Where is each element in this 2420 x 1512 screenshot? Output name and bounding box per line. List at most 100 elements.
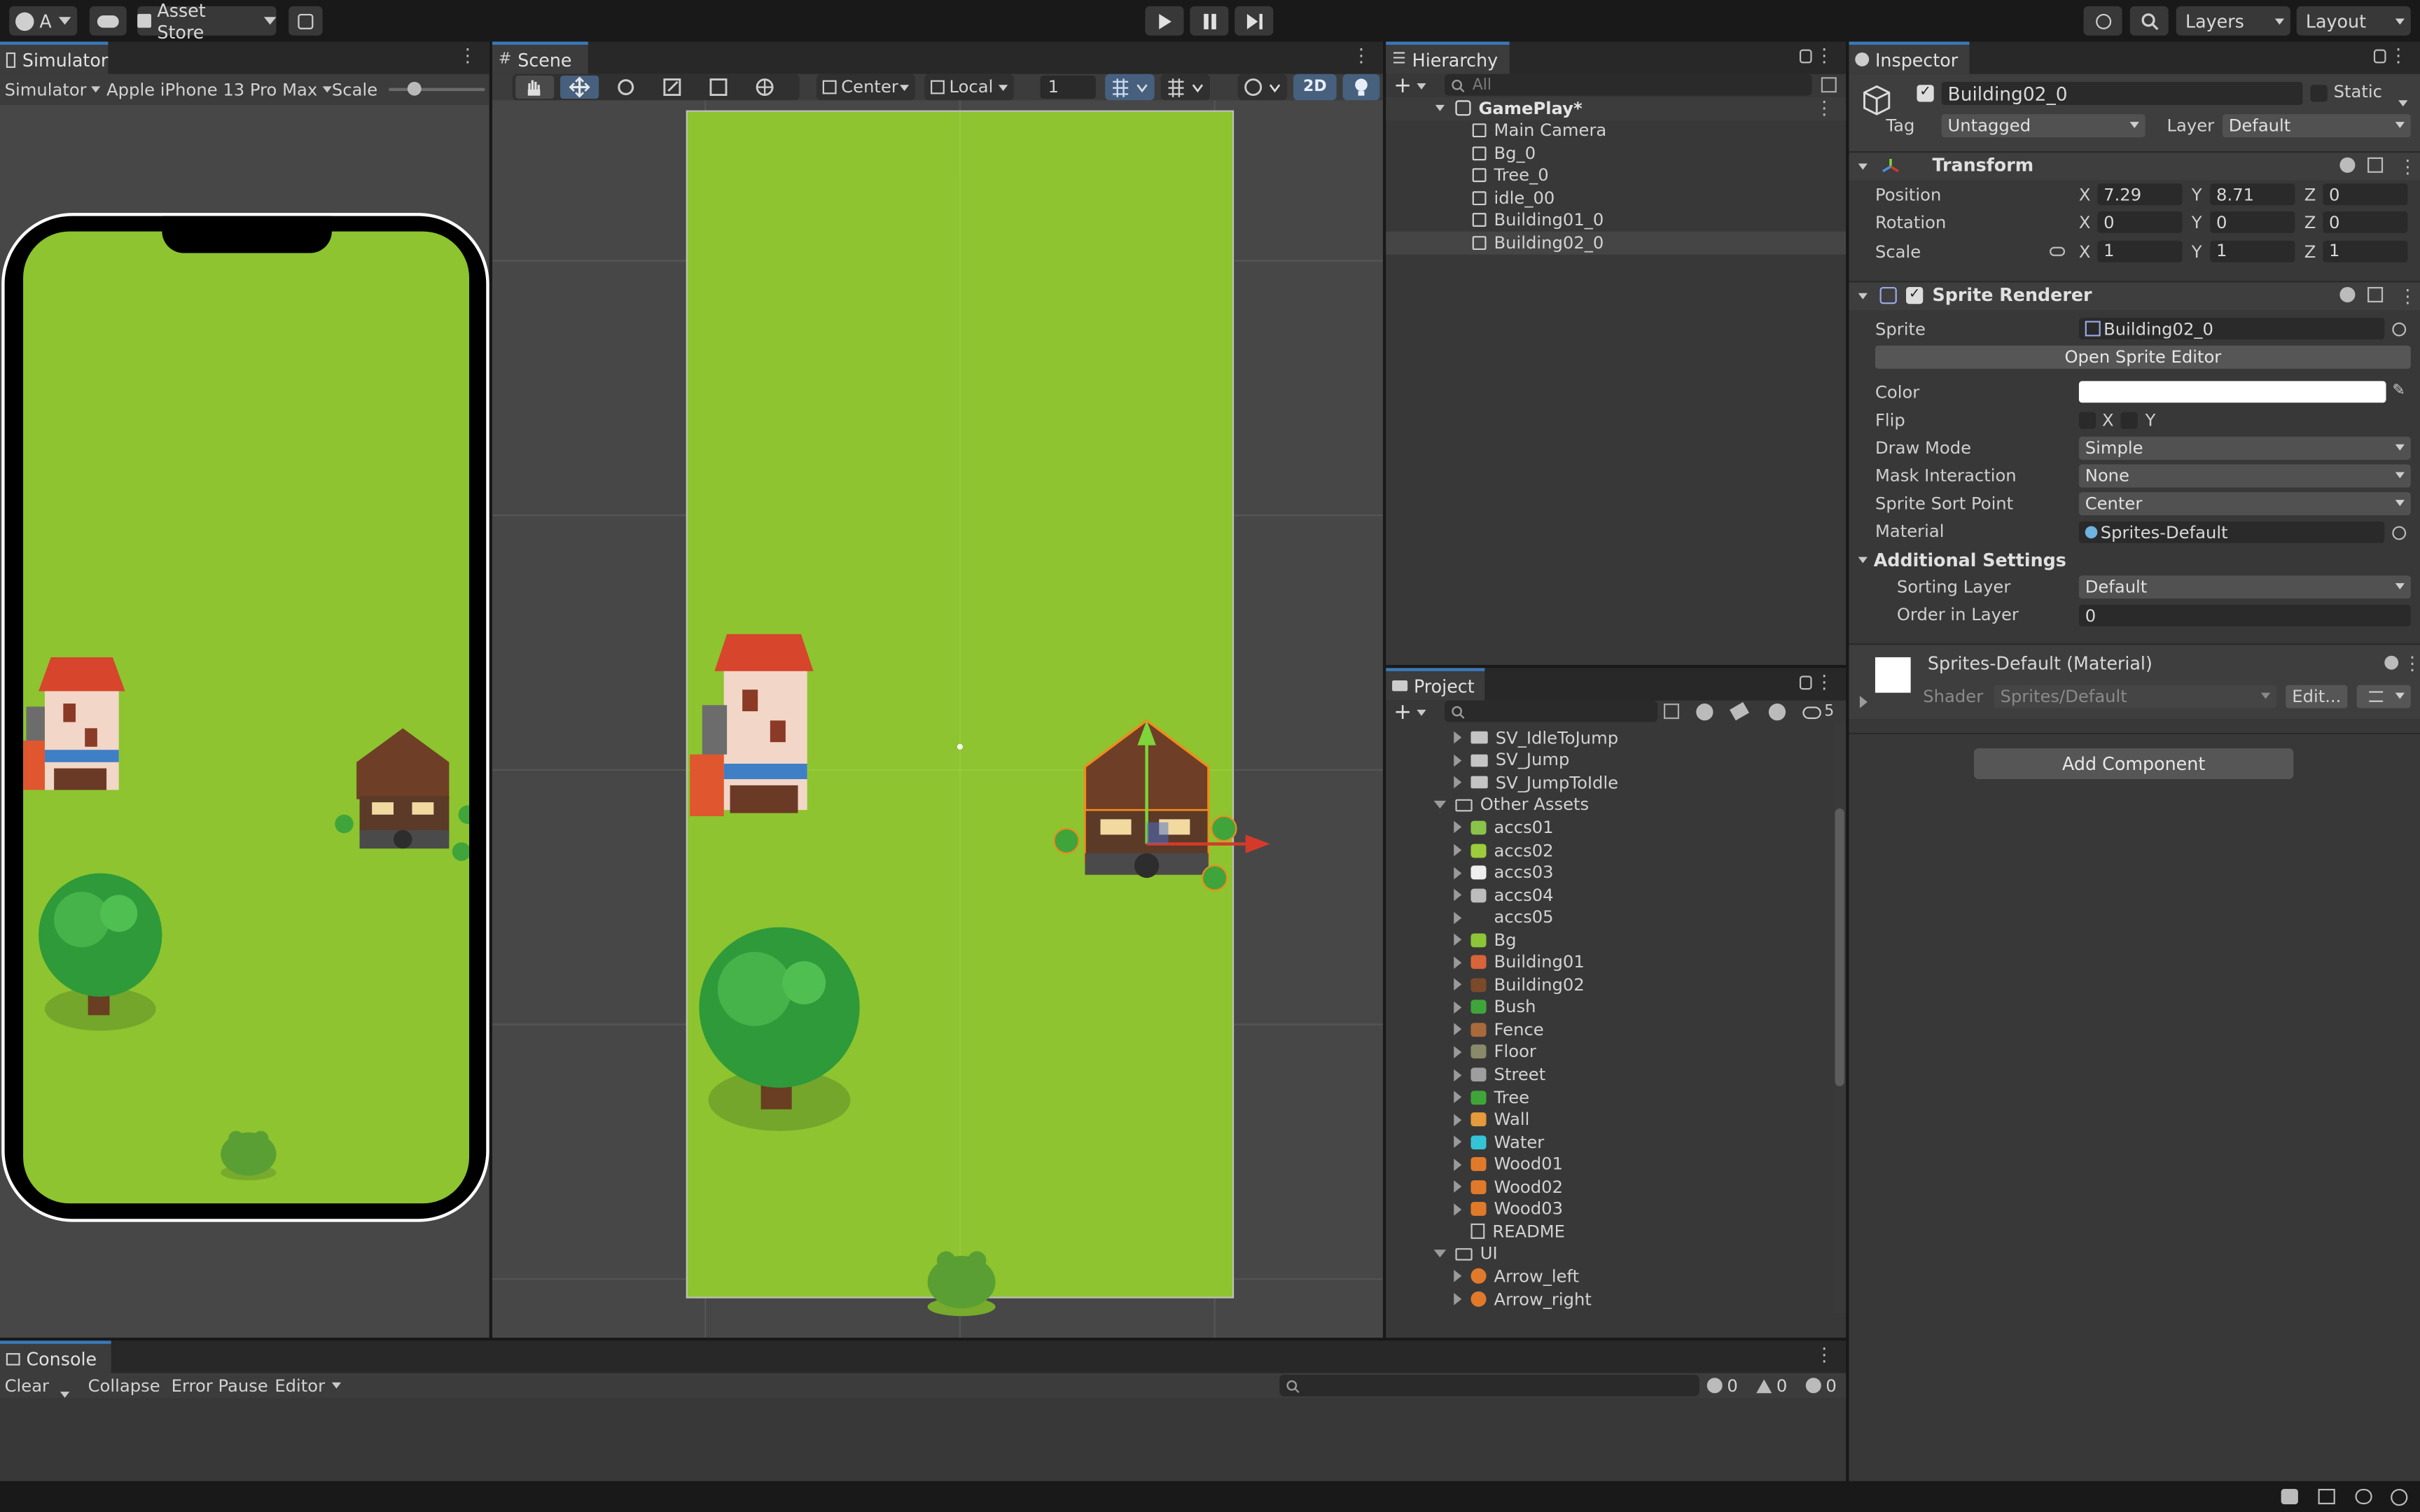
flip-y-checkbox[interactable] xyxy=(2120,412,2138,429)
grid-snap-input[interactable]: 1 xyxy=(1040,75,1096,99)
project-scrollbar[interactable] xyxy=(1833,723,1847,1313)
enabled-checkbox[interactable]: ✓ xyxy=(1906,286,1924,304)
scene-view[interactable] xyxy=(492,100,1383,1338)
project-asset[interactable]: accs05 xyxy=(1386,906,1833,929)
sorting-layer-dropdown[interactable]: Default xyxy=(2078,575,2411,599)
collapse-arrow-icon[interactable] xyxy=(1433,1250,1447,1259)
edit-shader-button[interactable]: Edit... xyxy=(2286,685,2348,708)
warning-filter-icon[interactable] xyxy=(1768,704,1786,721)
position-z-input[interactable]: 0 xyxy=(2323,183,2408,206)
network-icon[interactable] xyxy=(2355,1488,2372,1504)
component-menu-icon[interactable]: ⋮ xyxy=(2398,158,2416,176)
hierarchy-item[interactable]: Tree_0 xyxy=(1386,164,1846,187)
clear-options-dropdown[interactable] xyxy=(60,1382,70,1403)
tab-scene[interactable]: # Scene xyxy=(492,41,588,74)
label-icon[interactable] xyxy=(1730,701,1749,721)
transform-tool-button[interactable] xyxy=(746,76,784,99)
add-component-button[interactable]: Add Component xyxy=(1974,748,2294,780)
warning-filter-toggle[interactable]: 0 xyxy=(1756,1373,1787,1398)
preset-icon[interactable] xyxy=(2367,286,2384,302)
project-asset[interactable]: Wall xyxy=(1386,1108,1833,1130)
project-asset[interactable]: Water xyxy=(1386,1130,1833,1153)
rotation-x-input[interactable]: 0 xyxy=(2097,211,2183,234)
scene-root-row[interactable]: GamePlay* ⋮ xyxy=(1386,97,1847,120)
more-options-icon[interactable]: ⋮ xyxy=(1815,1345,1833,1364)
rotation-y-input[interactable]: 0 xyxy=(2210,211,2295,234)
expand-arrow-icon[interactable] xyxy=(1454,1091,1462,1104)
layer-dropdown[interactable]: Default xyxy=(2222,114,2411,138)
expand-arrow-icon[interactable] xyxy=(1454,866,1462,879)
project-folder[interactable]: UI xyxy=(1386,1243,1833,1266)
clear-button[interactable]: Clear xyxy=(5,1373,49,1398)
hierarchy-item[interactable]: Building02_0 xyxy=(1386,231,1847,254)
expand-arrow-icon[interactable] xyxy=(1454,1001,1462,1014)
log-filter-toggle[interactable]: 0 xyxy=(1706,1373,1738,1398)
material-object-field[interactable]: Sprites-Default xyxy=(2078,521,2385,543)
expand-arrow-icon[interactable] xyxy=(1454,955,1462,969)
project-folder[interactable]: Other Assets xyxy=(1386,794,1833,816)
expand-arrow-icon[interactable] xyxy=(1454,1068,1462,1081)
project-asset[interactable]: Wood01 xyxy=(1386,1153,1833,1175)
more-options-icon[interactable]: ⋮ xyxy=(459,46,477,64)
console-search-input[interactable] xyxy=(1279,1374,1699,1396)
expand-arrow-icon[interactable] xyxy=(1454,933,1462,946)
project-folder[interactable]: SV_Jump xyxy=(1386,749,1833,771)
step-button[interactable] xyxy=(1235,6,1274,36)
scale-tool-button[interactable] xyxy=(653,76,691,99)
draw-mode-toggle[interactable] xyxy=(1237,74,1288,101)
expand-arrow-icon[interactable] xyxy=(1454,732,1462,744)
search-button[interactable] xyxy=(2129,6,2169,36)
expand-arrow-icon[interactable] xyxy=(1454,1113,1462,1126)
project-asset[interactable]: Bg xyxy=(1386,929,1833,951)
lock-icon[interactable] xyxy=(2373,49,2386,64)
scale-slider[interactable] xyxy=(389,88,485,92)
expand-arrow-icon[interactable] xyxy=(1454,1046,1462,1058)
expand-arrow-icon[interactable] xyxy=(1454,1135,1462,1149)
project-asset[interactable]: README xyxy=(1386,1221,1833,1243)
eyedropper-icon[interactable]: ✎ xyxy=(2392,383,2405,400)
check-circle-icon[interactable] xyxy=(2391,1488,2408,1506)
position-y-input[interactable]: 8.71 xyxy=(2210,183,2295,206)
project-asset[interactable]: Arrow_right xyxy=(1386,1288,1833,1310)
project-asset[interactable]: Street xyxy=(1386,1063,1833,1086)
expand-arrow-icon[interactable] xyxy=(1454,888,1462,902)
search-by-type-icon[interactable] xyxy=(1664,704,1680,720)
rotate-tool-button[interactable] xyxy=(606,76,645,99)
account-button[interactable]: A xyxy=(9,6,78,36)
preset-icon[interactable] xyxy=(2367,157,2384,173)
mask-interaction-dropdown[interactable]: None xyxy=(2078,464,2411,488)
collapse-toggle[interactable]: Collapse xyxy=(88,1373,160,1398)
project-asset[interactable]: Floor xyxy=(1386,1041,1833,1063)
project-asset[interactable]: Arrow_left xyxy=(1386,1266,1833,1288)
hierarchy-search-input[interactable]: All xyxy=(1445,74,1812,96)
scale-z-input[interactable]: 1 xyxy=(2323,239,2408,262)
more-options-icon[interactable]: ⋮ xyxy=(1815,99,1833,117)
tab-simulator[interactable]: Simulator xyxy=(0,41,109,74)
play-button[interactable] xyxy=(1145,6,1184,36)
create-button[interactable]: + xyxy=(1393,74,1426,98)
space-dropdown[interactable]: Local xyxy=(924,74,1015,101)
help-icon[interactable] xyxy=(2339,286,2356,302)
phone-screen[interactable] xyxy=(23,231,470,1204)
layout-dropdown[interactable]: Layout xyxy=(2296,6,2411,36)
project-asset[interactable]: Bush xyxy=(1386,996,1833,1018)
create-asset-button[interactable]: + xyxy=(1393,700,1426,724)
tab-project[interactable]: Project xyxy=(1386,668,1485,701)
object-name-input[interactable]: Building02_0 xyxy=(1941,81,2303,105)
collapse-arrow-icon[interactable] xyxy=(1858,163,1868,170)
search-options-icon[interactable] xyxy=(1821,77,1837,93)
more-options-icon[interactable]: ⋮ xyxy=(1815,46,1833,64)
hierarchy-item[interactable]: idle_00 xyxy=(1386,187,1846,209)
grid-visibility-toggle[interactable] xyxy=(1160,74,1210,101)
draw-mode-dropdown[interactable]: Simple xyxy=(2078,436,2411,460)
additional-settings-foldout[interactable]: Additional Settings xyxy=(1858,550,2066,571)
hierarchy-item[interactable]: Building01_0 xyxy=(1386,209,1846,232)
move-tool-button[interactable] xyxy=(560,75,599,99)
static-checkbox[interactable] xyxy=(2310,85,2328,102)
scale-y-input[interactable]: 1 xyxy=(2210,239,2295,262)
shader-options-dropdown[interactable] xyxy=(2356,685,2411,708)
scale-slider-handle[interactable] xyxy=(407,81,422,96)
project-asset[interactable]: Tree xyxy=(1386,1086,1833,1108)
scale-x-input[interactable]: 1 xyxy=(2097,239,2183,262)
lighting-toggle[interactable] xyxy=(1342,74,1380,101)
